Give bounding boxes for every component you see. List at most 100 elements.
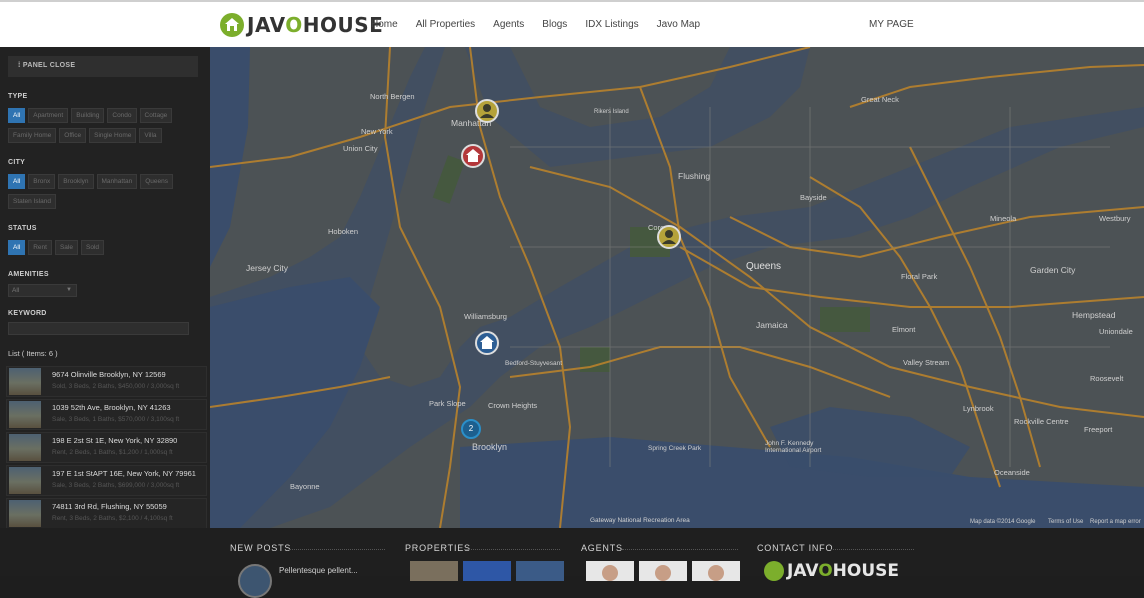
map-label: Rikers Island [594,109,629,115]
nav-agents[interactable]: Agents [493,19,524,30]
main-nav: Home All Properties Agents Blogs IDX Lis… [371,19,718,30]
status-chip-all[interactable]: All [8,240,26,255]
city-chip-manhattan[interactable]: Manhattan [96,174,138,189]
house-marker-icon[interactable] [460,143,486,171]
map-label: Gateway National Recreation Area [590,517,690,524]
type-chip-building[interactable]: Building [71,108,105,123]
type-chip-all[interactable]: All [8,108,26,123]
listing-address: 197 E 1st StAPT 16E, New York, NY 79961 [52,469,196,478]
city-chips: All Bronx Brooklyn Manhattan Queens Stat… [8,174,204,209]
keyword-input[interactable] [8,322,189,335]
listing-thumbnail [9,467,41,494]
map-label: Park Slope [429,399,466,408]
map-label: Oceanside [994,468,1030,477]
city-label: CITY [8,159,26,166]
property-thumbnail[interactable] [463,561,511,581]
map-label: Jersey City [246,263,289,273]
agent-avatar [708,565,724,581]
post-thumbnail[interactable] [238,564,272,598]
marker-cluster[interactable]: 2 [461,419,481,439]
type-chip-office[interactable]: Office [59,128,87,143]
map-label: Westbury [1099,214,1131,223]
agent-thumbnail[interactable] [639,561,687,581]
map-label: Union City [343,144,378,153]
my-page-link[interactable]: MY PAGE [869,19,914,30]
panel-close-button[interactable]: ⁞ PANEL CLOSE [8,56,198,77]
footer-contact-title: CONTACT INFO [757,543,834,553]
city-chip-all[interactable]: All [8,174,26,189]
map-label: Crown Heights [488,401,538,410]
footer: NEW POSTS PROPERTIES AGENTS CONTACT INFO… [0,528,1144,598]
site-logo[interactable]: JAVOHOUSE [220,12,383,38]
status-chip-sale[interactable]: Sale [54,240,78,255]
agent-thumbnail[interactable] [692,561,740,581]
city-chip-queens[interactable]: Queens [140,174,174,189]
map-label: Bayonne [290,482,320,491]
property-thumbnail[interactable] [410,561,458,581]
footer-logo-text: JAVOHOUSE [787,561,899,581]
listing-address: 74811 3rd Rd, Flushing, NY 55059 [52,502,167,511]
property-map[interactable]: North Bergen Union City Hoboken Jersey C… [210,47,1144,528]
agent-thumbnail[interactable] [586,561,634,581]
type-chip-apartment[interactable]: Apartment [28,108,69,123]
map-label: Spring Creek Park [648,445,702,452]
type-chip-villa[interactable]: Villa [139,128,162,143]
map-label: Hempstead [1072,310,1116,320]
map-label: North Bergen [370,92,415,101]
type-chip-condo[interactable]: Condo [107,108,137,123]
map-label: Jamaica [756,320,788,330]
map-label: Flushing [678,171,711,181]
map-credit-data: Map data ©2014 Google [970,519,1036,525]
amenities-label: AMENITIES [8,271,49,278]
map-label: Garden City [1030,265,1076,275]
post-title-link[interactable]: Pellentesque pellent... [279,566,358,575]
list-item[interactable]: 197 E 1st StAPT 16E, New York, NY 79961 … [6,465,207,496]
house-marker-icon[interactable] [474,330,500,356]
listing-thumbnail [9,401,41,428]
nav-javo-map[interactable]: Javo Map [657,19,700,30]
agent-avatar [655,565,671,581]
list-item[interactable]: 198 E 2st St 1E, New York, NY 32890 Rent… [6,432,207,463]
footer-logo: JAVOHOUSE [764,561,899,581]
panel-close-label: PANEL CLOSE [22,62,76,69]
house-logo-icon [220,13,244,37]
type-chip-single-home[interactable]: Single Home [89,128,137,143]
map-label: Great Neck [861,95,899,104]
nav-home[interactable]: Home [371,19,398,30]
listing-meta: Sold, 3 Beds, 2 Baths, $450,000 / 3,000s… [52,383,180,390]
map-label: Williamsburg [464,312,507,321]
nav-blogs[interactable]: Blogs [542,19,567,30]
city-chip-brooklyn[interactable]: Brooklyn [58,174,94,189]
property-thumbnail[interactable] [516,561,564,581]
listing-meta: Sale, 3 Beds, 2 Baths, $699,000 / 3,000s… [52,482,180,489]
map-label: Bayside [800,193,827,202]
status-chip-sold[interactable]: Sold [80,240,104,255]
nav-all-properties[interactable]: All Properties [416,19,475,30]
listing-meta: Rent, 2 Beds, 1 Baths, $1,200 / 1,000sq … [52,449,173,456]
list-title: List ( Items: 6 ) [8,349,58,358]
type-chip-cottage[interactable]: Cottage [139,108,173,123]
list-item[interactable]: 74811 3rd Rd, Flushing, NY 55059 Rent, 3… [6,498,207,529]
type-chips: All Apartment Building Condo Cottage Fam… [8,108,204,143]
map-terms-link[interactable]: Terms of Use [1048,519,1083,525]
city-chip-staten-island[interactable]: Staten Island [8,194,56,209]
list-item[interactable]: 1039 52th Ave, Brooklyn, NY 41263 Sale, … [6,399,207,430]
city-chip-bronx[interactable]: Bronx [28,174,56,189]
listing-thumbnail [9,500,41,527]
type-chip-family-home[interactable]: Family Home [8,128,57,143]
map-label: New York [361,127,393,136]
footer-agents-title: AGENTS [581,543,623,553]
listing-address: 1039 52th Ave, Brooklyn, NY 41263 [52,403,171,412]
map-label: Lynbrook [963,404,994,413]
agent-marker-icon[interactable] [474,98,500,124]
agent-marker-icon[interactable] [656,224,682,250]
status-chip-rent[interactable]: Rent [28,240,52,255]
map-label: Hoboken [328,227,359,236]
map-report-link[interactable]: Report a map error [1090,519,1141,525]
list-item[interactable]: 9674 Olinville Brooklyn, NY 12569 Sold, … [6,366,207,397]
amenities-select[interactable]: All ▼ [8,284,77,297]
chevron-down-icon: ▼ [66,287,72,293]
top-header: JAVOHOUSE Home All Properties Agents Blo… [0,0,1144,47]
type-label: TYPE [8,93,28,100]
nav-idx-listings[interactable]: IDX Listings [585,19,638,30]
